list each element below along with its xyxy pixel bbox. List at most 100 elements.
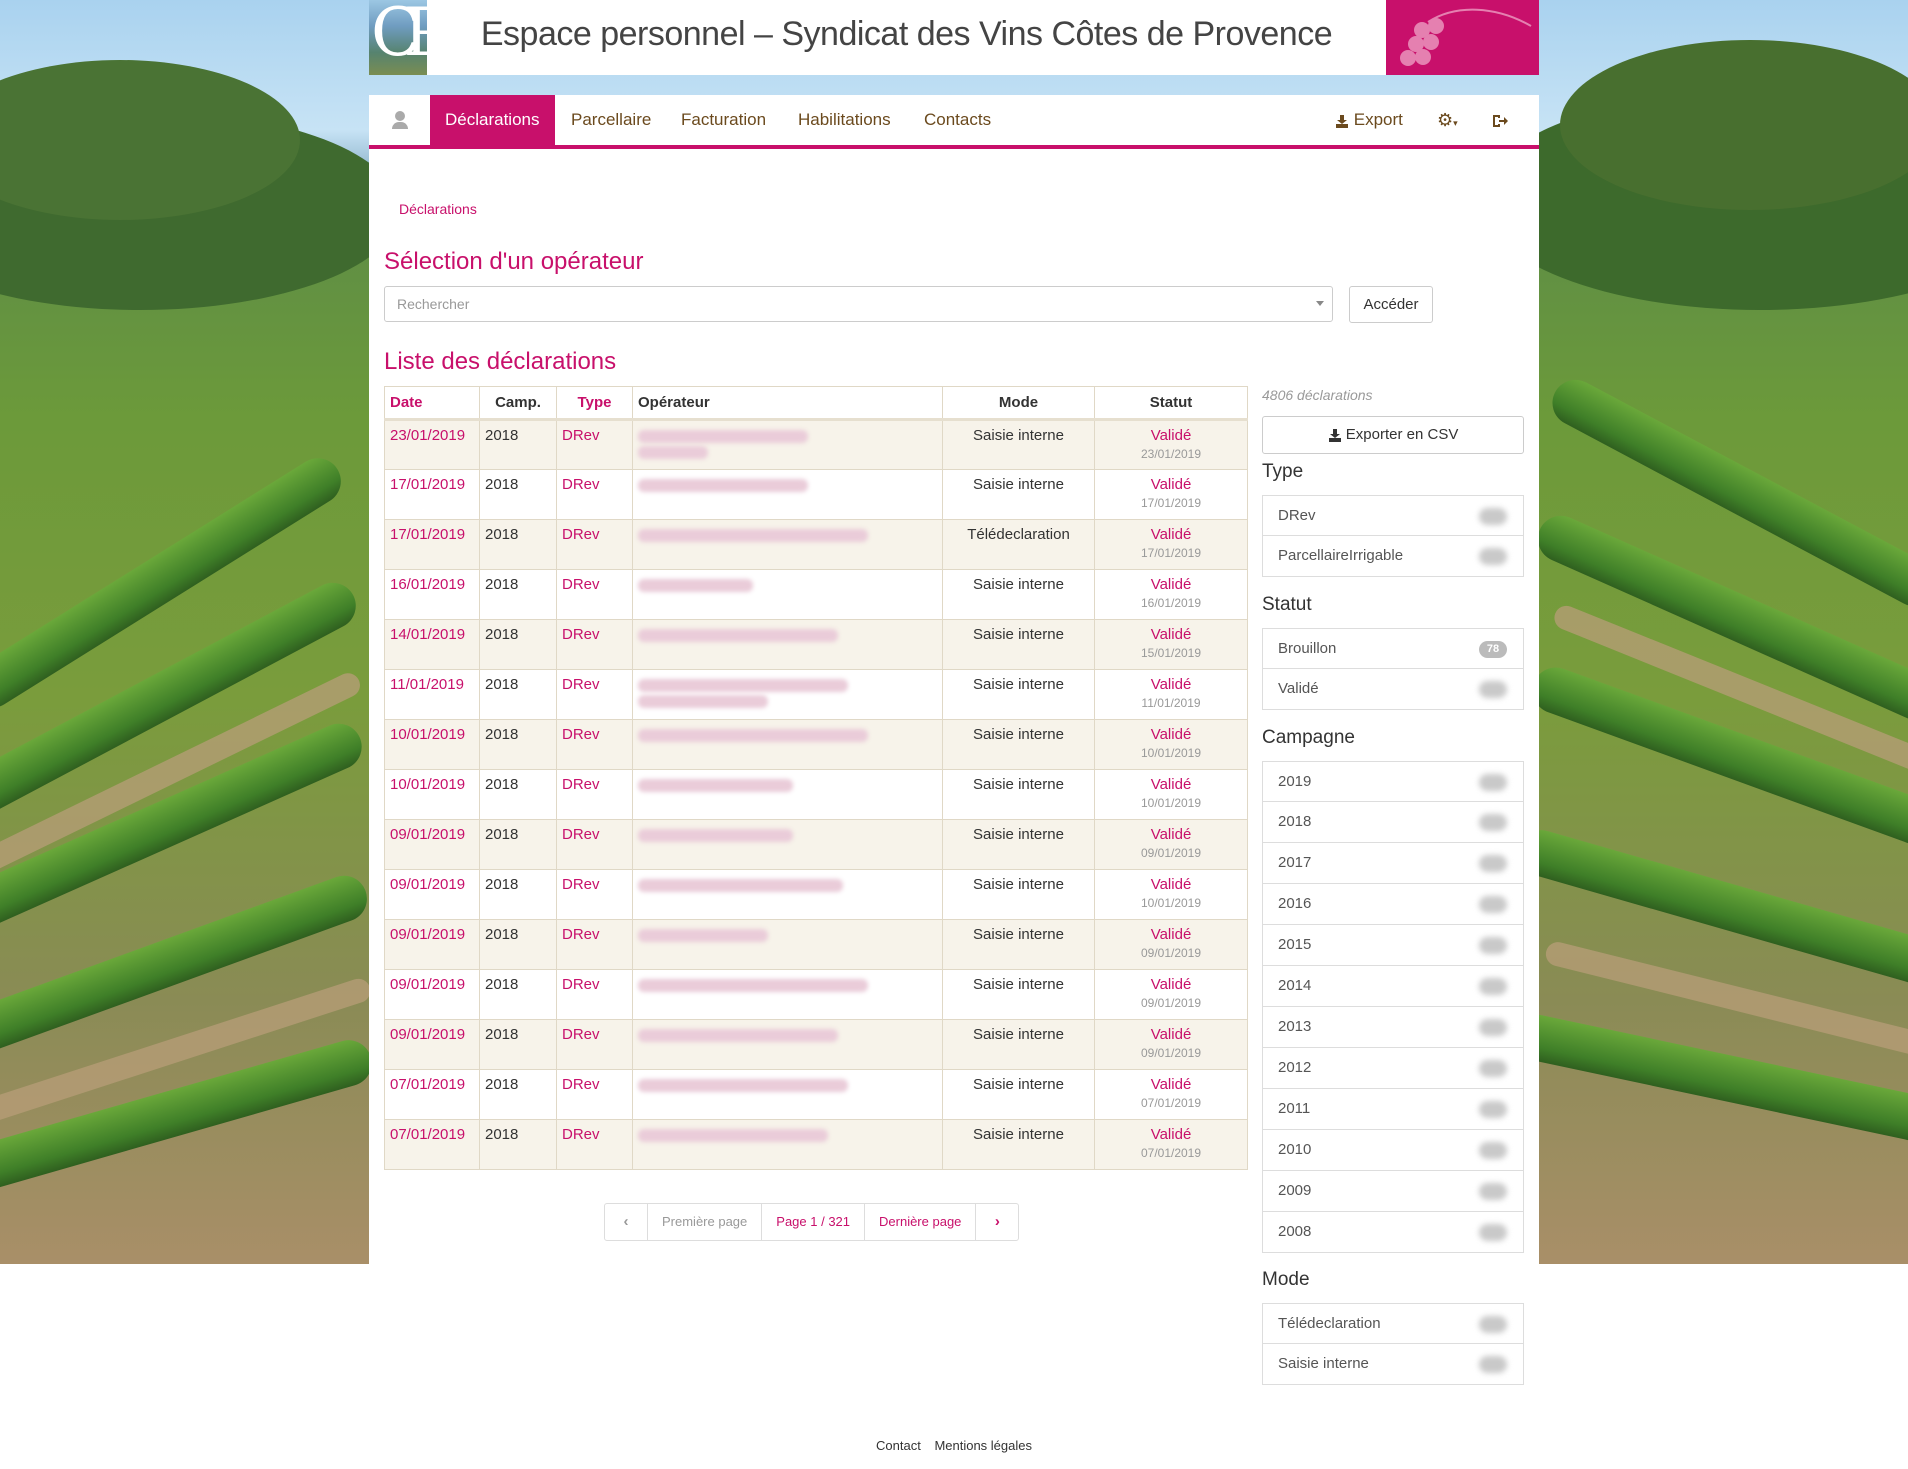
date-link[interactable]: 10/01/2019 [390,776,465,793]
footer-contact-link[interactable]: Contact [876,1438,921,1453]
statut-label[interactable]: Validé [1095,826,1247,843]
cell-date[interactable]: 23/01/2019 [384,419,480,470]
cell-operateur-redacted[interactable] [632,969,943,1020]
cell-date[interactable]: 14/01/2019 [384,619,480,670]
cell-operateur-redacted[interactable] [632,619,943,670]
cell-statut[interactable]: Validé 11/01/2019 [1094,669,1248,720]
statut-label[interactable]: Validé [1095,1076,1247,1093]
cell-statut[interactable]: Validé 10/01/2019 [1094,719,1248,770]
cell-type[interactable]: DRev [556,819,633,870]
cell-statut[interactable]: Validé 23/01/2019 [1094,419,1248,470]
cell-date[interactable]: 09/01/2019 [384,819,480,870]
cell-statut[interactable]: Validé 09/01/2019 [1094,1019,1248,1070]
table-row[interactable]: 17/01/2019 2018 DRev Saisie interne Validé 17… [384,469,1248,520]
facet-item-campagne[interactable]: 2013 0000 [1262,1007,1524,1048]
facet-item-campagne[interactable]: 2010 0000 [1262,1130,1524,1171]
statut-label[interactable]: Validé [1095,626,1247,643]
date-link[interactable]: 09/01/2019 [390,1026,465,1043]
table-row[interactable]: 09/01/2019 2018 DRev Saisie interne Validé 09… [384,969,1248,1020]
table-row[interactable]: 11/01/2019 2018 DRev Saisie interne Validé 11… [384,669,1248,720]
cell-type[interactable]: DRev [556,969,633,1020]
cell-statut[interactable]: Validé 07/01/2019 [1094,1069,1248,1120]
facet-item-mode[interactable]: Saisie interne 0000 [1262,1344,1524,1385]
cell-type[interactable]: DRev [556,419,633,470]
cell-date[interactable]: 16/01/2019 [384,569,480,620]
cell-operateur-redacted[interactable] [632,869,943,920]
date-link[interactable]: 09/01/2019 [390,826,465,843]
cell-statut[interactable]: Validé 10/01/2019 [1094,869,1248,920]
cell-operateur-redacted[interactable] [632,919,943,970]
cell-statut[interactable]: Validé 17/01/2019 [1094,519,1248,570]
first-page-button[interactable]: Première page [647,1204,761,1240]
table-row[interactable]: 16/01/2019 2018 DRev Saisie interne Validé 16… [384,569,1248,620]
cell-operateur-redacted[interactable] [632,419,943,470]
facet-item-campagne[interactable]: 2019 0000 [1262,761,1524,802]
table-row[interactable]: 07/01/2019 2018 DRev Saisie interne Validé 07… [384,1069,1248,1120]
operator-search-select[interactable]: Rechercher [384,286,1333,322]
breadcrumb[interactable]: Déclarations [399,201,477,217]
cell-date[interactable]: 10/01/2019 [384,719,480,770]
cell-operateur-redacted[interactable] [632,469,943,520]
facet-item-campagne[interactable]: 2014 0000 [1262,966,1524,1007]
cell-date[interactable]: 17/01/2019 [384,519,480,570]
statut-label[interactable]: Validé [1095,876,1247,893]
facet-item-campagne[interactable]: 2012 0000 [1262,1048,1524,1089]
facet-item-campagne[interactable]: 2018 0000 [1262,802,1524,843]
cell-operateur-redacted[interactable] [632,1119,943,1170]
logout-button[interactable] [1476,95,1524,145]
table-row[interactable]: 09/01/2019 2018 DRev Saisie interne Validé 09… [384,819,1248,870]
date-link[interactable]: 10/01/2019 [390,726,465,743]
date-link[interactable]: 11/01/2019 [390,676,464,693]
cell-operateur-redacted[interactable] [632,569,943,620]
cell-type[interactable]: DRev [556,519,633,570]
cell-statut[interactable]: Validé 09/01/2019 [1094,819,1248,870]
facet-item-campagne[interactable]: 2011 0000 [1262,1089,1524,1130]
table-row[interactable]: 07/01/2019 2018 DRev Saisie interne Validé 07… [384,1119,1248,1170]
date-link[interactable]: 16/01/2019 [390,576,465,593]
col-date[interactable]: Date [384,386,480,421]
statut-label[interactable]: Validé [1095,526,1247,543]
cell-type[interactable]: DRev [556,569,633,620]
table-row[interactable]: 09/01/2019 2018 DRev Saisie interne Validé 09… [384,919,1248,970]
statut-label[interactable]: Validé [1095,926,1247,943]
cell-type[interactable]: DRev [556,1019,633,1070]
last-page-button[interactable]: Dernière page [864,1204,975,1240]
export-menu-button[interactable]: Export [1320,95,1418,145]
cell-date[interactable]: 10/01/2019 [384,769,480,820]
cell-type[interactable]: DRev [556,1069,633,1120]
facet-item-campagne[interactable]: 2017 0000 [1262,843,1524,884]
cell-date[interactable]: 07/01/2019 [384,1119,480,1170]
facet-item-campagne[interactable]: 2008 0000 [1262,1212,1524,1253]
cell-operateur-redacted[interactable] [632,1019,943,1070]
statut-label[interactable]: Validé [1095,1026,1247,1043]
cell-statut[interactable]: Validé 07/01/2019 [1094,1119,1248,1170]
date-link[interactable]: 07/01/2019 [390,1126,465,1143]
table-row[interactable]: 23/01/2019 2018 DRev Saisie interne Validé 23… [384,419,1248,470]
date-link[interactable]: 14/01/2019 [390,626,465,643]
user-account-button[interactable] [391,95,409,145]
statut-label[interactable]: Validé [1095,676,1247,693]
statut-label[interactable]: Validé [1095,576,1247,593]
prev-page-button[interactable]: ‹ [605,1204,647,1240]
date-link[interactable]: 23/01/2019 [390,427,465,444]
facet-item-type[interactable]: DRev 0000 [1262,495,1524,536]
syndicate-logo[interactable]: CP [369,0,427,75]
acceder-button[interactable]: Accéder [1349,286,1433,323]
cell-statut[interactable]: Validé 10/01/2019 [1094,769,1248,820]
table-row[interactable]: 10/01/2019 2018 DRev Saisie interne Validé 10… [384,769,1248,820]
cell-operateur-redacted[interactable] [632,719,943,770]
cell-type[interactable]: DRev [556,869,633,920]
nav-facturation[interactable]: Facturation [666,95,781,145]
cell-date[interactable]: 09/01/2019 [384,919,480,970]
cell-type[interactable]: DRev [556,1119,633,1170]
table-row[interactable]: 09/01/2019 2018 DRev Saisie interne Validé 09… [384,1019,1248,1070]
cell-statut[interactable]: Validé 17/01/2019 [1094,469,1248,520]
cell-type[interactable]: DRev [556,669,633,720]
facet-item-campagne[interactable]: 2009 0000 [1262,1171,1524,1212]
cell-statut[interactable]: Validé 15/01/2019 [1094,619,1248,670]
cell-type[interactable]: DRev [556,719,633,770]
table-row[interactable]: 10/01/2019 2018 DRev Saisie interne Validé 10… [384,719,1248,770]
nav-declarations[interactable]: Déclarations [430,95,555,145]
cell-operateur-redacted[interactable] [632,519,943,570]
facet-item-mode[interactable]: Télédeclaration 0000 [1262,1303,1524,1344]
